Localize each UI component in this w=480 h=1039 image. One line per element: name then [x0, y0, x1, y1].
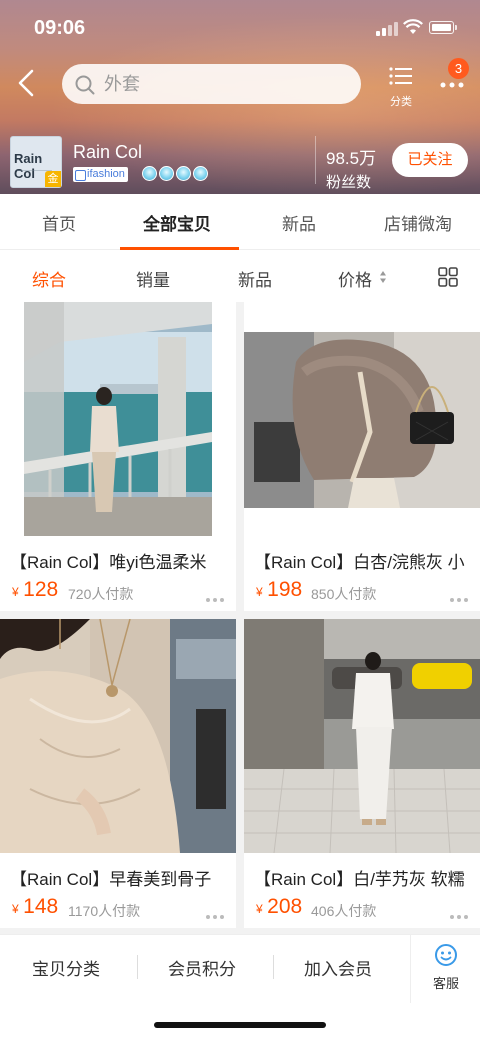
- more-options-icon[interactable]: [447, 589, 468, 607]
- ifashion-tag: ifashion: [73, 167, 128, 182]
- crown-icon: [193, 166, 208, 181]
- fans-count: 98.5万 粉丝数: [315, 136, 385, 191]
- battery-icon: [429, 21, 457, 34]
- more-options-icon[interactable]: [447, 906, 468, 924]
- sort-price[interactable]: 价格: [338, 266, 372, 291]
- product-image[interactable]: [0, 302, 236, 536]
- more-dots-icon: [440, 82, 464, 88]
- customer-service-label: 客服: [432, 976, 459, 991]
- product-card[interactable]: 【Rain Col】早春美到骨子 ¥ 148 1170人付款: [0, 619, 236, 928]
- home-indicator[interactable]: [154, 1022, 326, 1028]
- search-bar[interactable]: [62, 64, 361, 104]
- category-label: 分类: [390, 96, 412, 108]
- sold-count: 720人付款: [68, 586, 134, 602]
- product-card[interactable]: 【Rain Col】白/芋艿灰 软糯 ¥ 208 406人付款: [244, 619, 480, 928]
- crown-icon: [142, 166, 157, 181]
- fans-number: 98.5万: [326, 149, 377, 168]
- member-points-button[interactable]: 会员积分: [168, 955, 236, 980]
- top-bar: 分类: [0, 58, 480, 118]
- product-price: ¥ 128: [12, 578, 59, 601]
- divider: [137, 955, 138, 979]
- cellular-signal-icon: [376, 22, 398, 36]
- product-image[interactable]: [0, 619, 236, 853]
- product-card[interactable]: 【Rain Col】白杏/浣熊灰 小 ¥ 198 850人付款: [244, 302, 480, 611]
- wifi-icon: [403, 19, 423, 34]
- chevron-left-icon: [18, 69, 34, 97]
- product-title[interactable]: 【Rain Col】白杏/浣熊灰 小: [254, 548, 474, 573]
- fans-label: 粉丝数: [326, 174, 372, 191]
- sold-count: 1170人付款: [68, 903, 141, 919]
- item-category-button[interactable]: 宝贝分类: [32, 955, 100, 980]
- sort-new[interactable]: 新品: [238, 266, 272, 291]
- product-price: ¥ 208: [256, 895, 303, 918]
- sold-count: 406人付款: [311, 903, 377, 919]
- search-input[interactable]: [104, 64, 344, 104]
- sort-bar: 综合 销量 新品 价格: [0, 250, 480, 302]
- shop-name: Rain Col: [73, 142, 143, 162]
- product-title[interactable]: 【Rain Col】唯yi色温柔米: [10, 548, 230, 573]
- sort-arrows-icon: [380, 271, 386, 283]
- more-options-icon[interactable]: [203, 906, 224, 924]
- gold-badge-icon: 金: [45, 171, 61, 187]
- shop-info: Rain Col ——————— 金 Rain Col ifashion 98.…: [0, 136, 480, 194]
- back-button[interactable]: [14, 68, 40, 98]
- product-image[interactable]: [244, 619, 480, 853]
- crown-icon: [176, 166, 191, 181]
- product-title[interactable]: 【Rain Col】早春美到骨子: [10, 865, 230, 890]
- status-time: 09:06: [34, 17, 86, 39]
- product-price: ¥ 198: [256, 578, 303, 601]
- shop-rating-crowns: [142, 166, 210, 186]
- product-price: ¥ 148: [12, 895, 59, 918]
- divider: [273, 955, 274, 979]
- more-options-icon[interactable]: [203, 589, 224, 607]
- product-image[interactable]: [244, 302, 480, 536]
- list-menu-icon: [389, 67, 412, 85]
- customer-service-button[interactable]: 客服: [410, 935, 480, 1003]
- product-title[interactable]: 【Rain Col】白/芋艿灰 软糯: [254, 865, 474, 890]
- sort-comprehensive[interactable]: 综合: [32, 266, 66, 291]
- shop-logo[interactable]: Rain Col ——————— 金: [10, 136, 62, 188]
- search-icon: [75, 75, 95, 95]
- tab-all-items[interactable]: 全部宝贝: [143, 210, 211, 235]
- message-badge: 3: [448, 58, 469, 79]
- join-membership-button[interactable]: 加入会员: [304, 955, 372, 980]
- crown-icon: [159, 166, 174, 181]
- status-bar: 09:06: [0, 0, 480, 58]
- sort-sales[interactable]: 销量: [136, 266, 170, 291]
- category-button[interactable]: 分类: [384, 66, 418, 109]
- sold-count: 850人付款: [311, 586, 377, 602]
- shop-tabs: 首页 全部宝贝 新品 店铺微淘: [0, 194, 480, 250]
- product-card[interactable]: 【Rain Col】唯yi色温柔米 ¥ 128 720人付款: [0, 302, 236, 611]
- tab-home[interactable]: 首页: [42, 210, 76, 235]
- tab-new[interactable]: 新品: [282, 210, 316, 235]
- follow-button[interactable]: 已关注: [392, 143, 468, 177]
- tab-weitao[interactable]: 店铺微淘: [384, 210, 452, 235]
- customer-service-icon: [435, 944, 457, 966]
- grid-view-icon[interactable]: [438, 267, 458, 287]
